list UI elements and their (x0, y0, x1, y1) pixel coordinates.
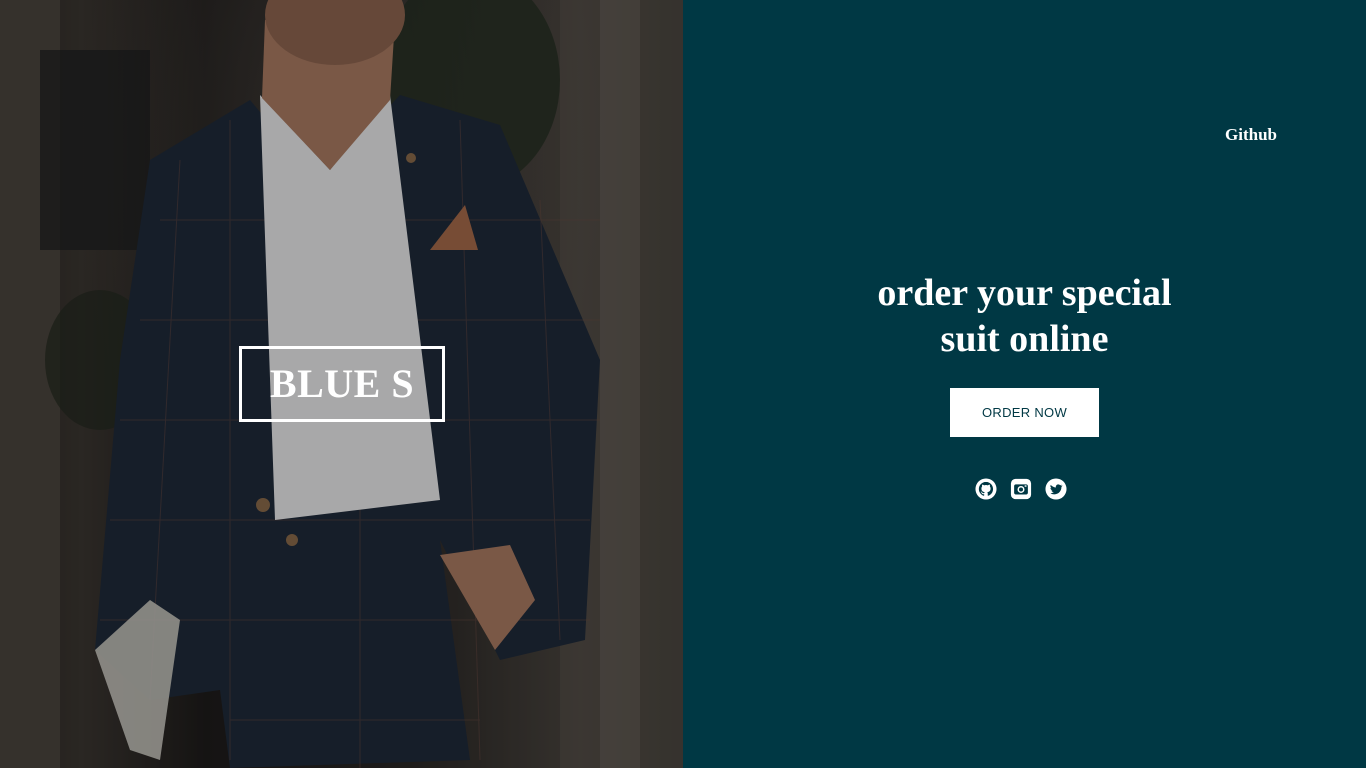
nav-github-link[interactable]: Github (1225, 125, 1277, 145)
social-links (975, 478, 1067, 500)
order-now-button[interactable]: ORDER NOW (950, 388, 1099, 437)
landing-page: BLUE S Github order your special suit on… (0, 0, 1366, 768)
twitter-icon[interactable] (1045, 478, 1067, 500)
instagram-icon[interactable] (1010, 478, 1032, 500)
headline-line-2: suit online (940, 318, 1109, 360)
hero-image-panel: BLUE S (0, 0, 683, 768)
brand-logo-text: BLUE S (269, 361, 415, 406)
hero-headline: order your special suit online (683, 270, 1366, 362)
headline-line-1: order your special (877, 272, 1172, 314)
brand-logo[interactable]: BLUE S (239, 346, 445, 422)
content-panel: Github order your special suit online OR… (683, 0, 1366, 768)
github-icon[interactable] (975, 478, 997, 500)
